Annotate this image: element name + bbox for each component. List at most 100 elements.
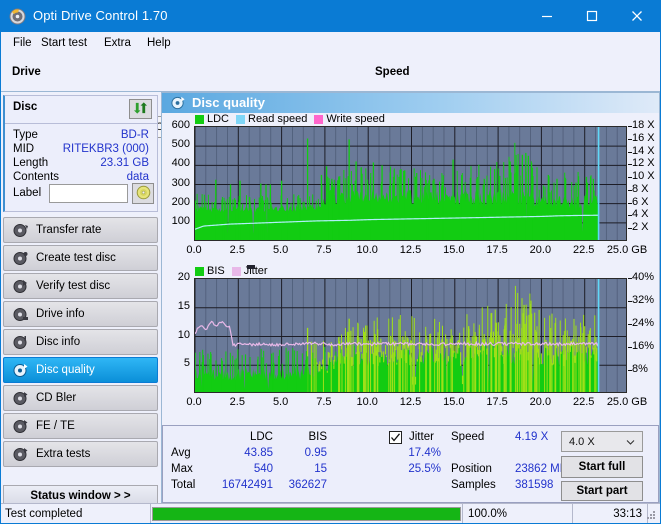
bis-jitter-chart: BIS Jitter 20 15 10 5 40% 32% 24% 16% 8% 0.0 2.5… [162,265,661,420]
stats-samples-value: 381598 [515,479,554,491]
sidebar-item-drive-info[interactable]: Drive info [3,301,158,327]
drive-label: Drive [12,66,41,78]
progress-bar-fill [153,508,460,520]
legend-label: Write speed [326,113,385,125]
disc-length-value: 23.31 GB [100,157,149,169]
disc-type-label: Type [13,129,38,141]
y2-tick-mark [628,215,632,217]
y2-tick-mark [628,370,632,371]
legend-entry: LDC [195,113,229,125]
y2-tick: 8% [632,363,648,375]
start-full-button[interactable]: Start full [561,456,643,478]
sidebar-item-verify-test-disc[interactable]: Verify test disc [3,273,158,299]
sidebar-item-extra-tests[interactable]: Extra tests [3,441,158,467]
stats-panel: LDC BIS Jitter Avg Max Total 43.85 540 1… [162,425,659,503]
menu-help[interactable]: Help [143,35,175,51]
disc-label-button[interactable] [132,183,154,204]
check-icon [391,433,401,442]
y2-tick: 18 X [632,119,655,131]
status-percent-cell: 100.0% [463,504,573,523]
legend-swatch [231,266,241,276]
maximize-icon [586,10,598,24]
disc-mid-value: RITEKBR3 (000) [62,143,149,155]
resize-grip-icon[interactable] [645,509,657,521]
disc-verify-icon [12,278,29,295]
stats-speed-label: Speed [451,431,485,443]
y2-tick: 24% [632,317,655,329]
jitter-checkbox[interactable] [389,431,402,444]
y-tick: 15 [177,299,190,312]
stats-row-max: Max [171,463,193,475]
progress-bar [152,507,461,521]
ldc-plot-area [194,126,627,241]
sidebar-item-cd-bler[interactable]: CD Bler [3,385,158,411]
disc-label-input[interactable] [50,185,127,202]
y-tick: 300 [171,176,190,189]
legend-entry: BIS [195,265,225,277]
stats-ldc-total: 16742491 [221,479,273,491]
sidebar-item-label: Transfer rate [36,224,102,236]
status-message: Test completed [5,507,83,520]
disc-panel-title: Disc [13,101,38,113]
maximize-button[interactable] [569,1,614,32]
x-tick: 25.0 GB [606,244,648,256]
stats-speed-value: 4.19 X [515,431,549,443]
disc-quality-icon [12,362,29,379]
y-tick: 500 [171,138,190,151]
sidebar-item-fe-te[interactable]: FE / TE [3,413,158,439]
y2-tick: 14 X [632,144,655,157]
y2-tick: 32% [632,294,655,306]
y2-tick-mark [628,189,632,191]
y2-tick: 8 X [632,182,649,195]
disc-contents-value: data [126,171,149,183]
y-tick: 100 [171,214,190,227]
disc-panel-divider [5,123,157,124]
start-part-button[interactable]: Start part [561,481,643,501]
y-tick: 20 [177,271,190,283]
y2-tick: 10 X [632,170,655,183]
y2-tick-mark [628,278,632,279]
legend-extra-marker [247,265,255,269]
sidebar-item-label: Extra tests [36,448,91,460]
disc-fete-icon [12,418,29,435]
disc-bler-icon [12,390,29,407]
legend-label: LDC [207,113,230,125]
y-tick: 600 [171,119,190,131]
menu-bar: File Start test Extra Help [1,32,660,54]
ldc-chart-legend: LDC Read speed Write speed [195,113,392,125]
app-disc-icon [9,8,26,25]
test-speed-select[interactable]: 4.0 X [561,431,643,452]
sidebar-item-label: Disc info [36,336,81,348]
y2-tick-mark [628,347,632,348]
disc-type-value: BD-R [120,129,149,141]
stats-samples-label: Samples [451,479,496,491]
disc-panel: Disc Type BD-R MID RITEKBR3 (000) Length… [3,95,158,212]
disc-drive-icon [12,306,29,323]
sidebar-item-create-test-disc[interactable]: Create test disc [3,245,158,271]
sidebar-item-transfer-rate[interactable]: Transfer rate [3,217,158,243]
minimize-button[interactable] [524,1,569,32]
status-message-cell: Test completed [1,504,151,523]
disc-icon [136,185,151,203]
sidebar-item-disc-info[interactable]: Disc info [3,329,158,355]
menu-start-test[interactable]: Start test [37,35,91,51]
legend-label: Read speed [248,113,308,125]
speed-label: Speed [375,66,410,78]
y-tick: 200 [171,195,190,208]
start-part-label: Start part [576,485,628,497]
app-window: Opti Drive Control 1.70 File Start test … [0,0,661,524]
y2-tick: 4 X [632,208,649,221]
legend-swatch [314,114,324,124]
disc-label-input-wrap[interactable] [49,184,128,203]
disc-length-label: Length [13,157,49,169]
close-button[interactable] [614,1,659,32]
bis-jitter-plot-area [194,278,627,393]
sidebar-item-label: CD Bler [36,392,77,404]
y2-tick-mark [628,138,632,140]
stats-col-ldc: LDC [249,431,273,443]
disc-refresh-button[interactable] [129,99,152,119]
stats-bis-total: 362627 [288,479,327,491]
menu-extra[interactable]: Extra [100,35,135,51]
menu-file[interactable]: File [9,35,36,51]
sidebar-item-disc-quality[interactable]: Disc quality [3,357,158,383]
